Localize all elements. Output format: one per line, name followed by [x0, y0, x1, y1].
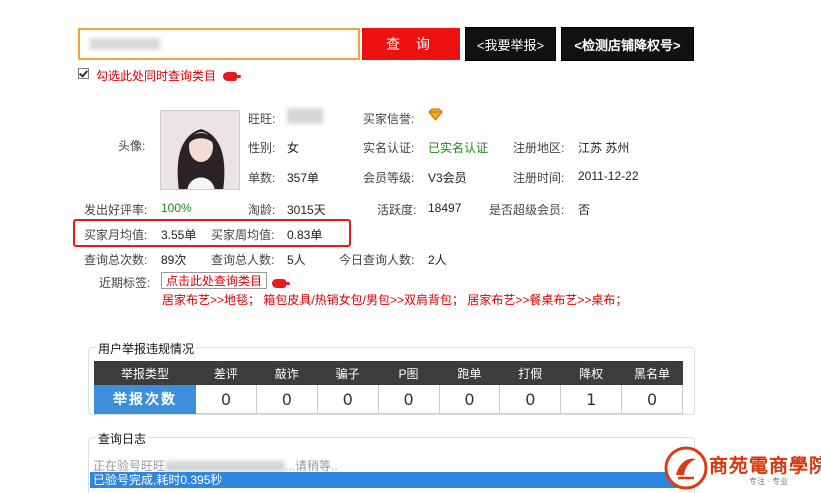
wangwang-label: 旺旺: — [248, 112, 276, 126]
good-rate-value: 100% — [161, 201, 192, 215]
super-member-value: 否 — [578, 203, 591, 217]
table-row: 举报次数 0 0 0 0 0 0 1 0 — [94, 384, 683, 414]
pointing-hand-icon-2 — [272, 276, 290, 290]
region-label: 注册地区: — [513, 141, 565, 155]
reg-time-value: 2011-12-22 — [578, 169, 639, 183]
query-people-value: 5人 — [287, 253, 306, 267]
member-level-label: 会员等级: — [363, 171, 415, 185]
query-today-value: 2人 — [428, 253, 447, 267]
avatar-label: 头像: — [118, 139, 146, 153]
report-button[interactable]: <我要举报> — [465, 27, 556, 61]
table-header: 骗子 — [316, 361, 379, 385]
logo-emblem-icon — [664, 446, 708, 490]
activity-label: 活跃度: — [377, 203, 417, 217]
buyer-credit-label: 买家信誉: — [363, 112, 415, 126]
table-cell: 1 — [560, 384, 623, 414]
activity-value: 18497 — [428, 201, 462, 215]
reg-time-label: 注册时间: — [513, 171, 565, 185]
recent-tags-line: 居家布艺>>地毯； 箱包皮具/热销女包/男包>>双肩背包； 居家布艺>>餐桌布艺… — [162, 293, 628, 307]
detect-shop-button[interactable]: <检测店铺降权号> — [561, 27, 694, 61]
query-total-value: 89次 — [161, 253, 187, 267]
search-input[interactable] — [78, 28, 360, 60]
query-category-label[interactable]: 勾选此处同时查询类目 — [96, 67, 242, 84]
violations-table: 举报类型 差评 敲诈 骗子 P图 跑单 打假 降权 黑名单 举报次数 0 0 0… — [94, 361, 683, 414]
recent-tags-label: 近期标签: — [99, 276, 151, 290]
log-line-1-suffix: ...请稍等.. — [285, 459, 338, 473]
table-cell: 0 — [377, 384, 440, 414]
report-count-label: 举报次数 — [94, 384, 196, 414]
table-header: 跑单 — [438, 361, 501, 385]
violations-header-row: 举报类型 差评 敲诈 骗子 P图 跑单 打假 降权 黑名单 — [94, 361, 683, 385]
query-button[interactable]: 查 询 — [362, 28, 460, 60]
tao-age-value: 3015天 — [287, 203, 326, 217]
query-category-button[interactable]: 点击此处查询类目 — [161, 272, 267, 289]
log-title: 查询日志 — [96, 430, 149, 447]
wangwang-blur — [287, 108, 323, 124]
table-cell: 0 — [621, 384, 683, 414]
table-header: 降权 — [560, 361, 623, 385]
watermark-logo: 商苑電商學院 专注 · 专业 — [663, 445, 821, 491]
orders-label: 单数: — [248, 171, 276, 185]
super-member-label: 是否超级会员: — [489, 203, 565, 217]
search-blur — [90, 38, 160, 50]
diamond-icon — [428, 108, 443, 124]
monthly-avg-label: 买家月均值: — [84, 228, 148, 242]
member-level-value: V3会员 — [428, 171, 467, 185]
log-line-1-prefix: 正在验号旺旺 — [93, 459, 166, 473]
query-people-label: 查询总人数: — [211, 253, 275, 267]
table-header: P图 — [377, 361, 440, 385]
table-cell: 0 — [316, 384, 379, 414]
violations-title: 用户举报违规情况 — [96, 340, 197, 357]
good-rate-label: 发出好评率: — [84, 203, 148, 217]
realname-label: 实名认证: — [363, 141, 415, 155]
gender-value: 女 — [287, 141, 300, 155]
table-cell: 0 — [255, 384, 318, 414]
gender-label: 性别: — [248, 141, 276, 155]
table-cell: 0 — [499, 384, 562, 414]
avatar — [160, 110, 240, 190]
table-header: 举报类型 — [94, 361, 196, 385]
orders-value: 357单 — [287, 171, 320, 185]
logo-text: 商苑電商學院 — [709, 455, 821, 477]
checkbox-label-text: 勾选此处同时查询类目 — [96, 69, 217, 83]
weekly-avg-label: 买家周均值: — [211, 228, 275, 242]
query-category-checkbox[interactable] — [78, 68, 89, 79]
pointing-hand-icon — [223, 72, 242, 82]
table-header: 打假 — [499, 361, 562, 385]
table-header: 敲诈 — [255, 361, 318, 385]
weekly-avg-value: 0.83单 — [287, 228, 323, 242]
log-blur — [165, 461, 286, 473]
table-cell: 0 — [438, 384, 501, 414]
table-cell: 0 — [195, 384, 257, 414]
log-line-2: 已验号完成,耗时0.395秒 — [90, 472, 695, 488]
realname-value: 已实名认证 — [428, 141, 489, 155]
tao-age-label: 淘龄: — [248, 203, 276, 217]
table-header: 黑名单 — [621, 361, 683, 385]
logo-slogan: 专注 · 专业 — [749, 477, 789, 486]
query-today-label: 今日查询人数: — [339, 253, 415, 267]
monthly-avg-value: 3.55单 — [161, 228, 197, 242]
table-header: 差评 — [195, 361, 257, 385]
region-value: 江苏 苏州 — [578, 141, 630, 155]
query-total-label: 查询总次数: — [84, 253, 148, 267]
